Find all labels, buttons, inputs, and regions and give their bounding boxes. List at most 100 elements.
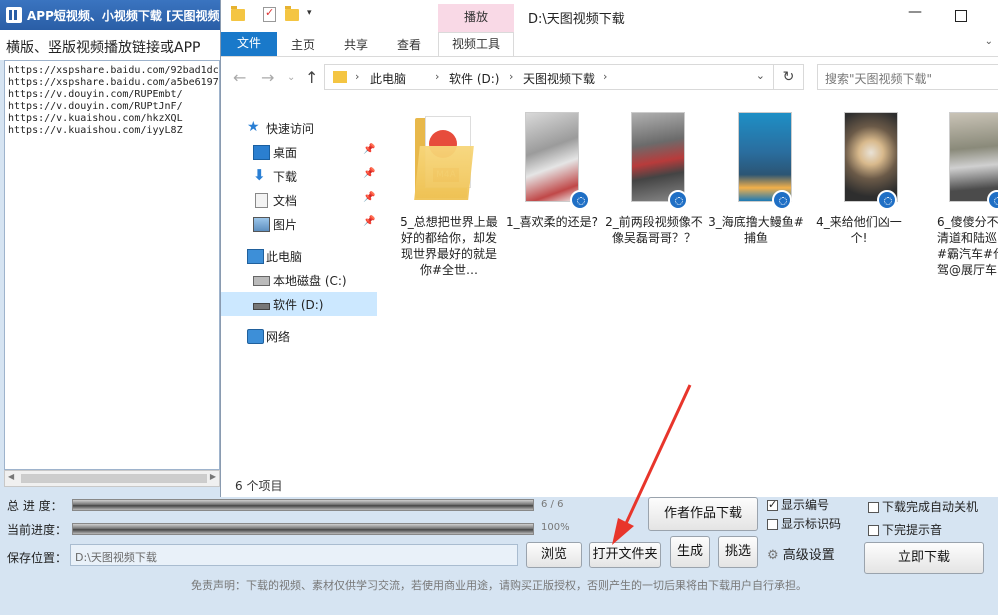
- author-works-button[interactable]: 作者作品下载: [648, 497, 758, 531]
- download-now-button[interactable]: 立即下载: [864, 542, 984, 574]
- drive-icon: [253, 303, 270, 310]
- refresh-icon[interactable]: ↻: [774, 64, 804, 90]
- scrollbar-thumb[interactable]: [21, 474, 207, 483]
- app-title: APP短视频、小视频下载 [天图视频: [27, 9, 220, 23]
- pick-button[interactable]: 挑选: [718, 536, 758, 568]
- nav-downloads[interactable]: ⬇ 下载 📌: [221, 164, 377, 188]
- nav-label: 网络: [266, 330, 291, 344]
- total-progress-text: 6 / 6: [541, 499, 564, 510]
- chevron-down-icon[interactable]: ⌄: [756, 69, 765, 82]
- new-folder-icon[interactable]: [285, 6, 299, 21]
- pin-icon[interactable]: 📌: [363, 216, 375, 227]
- checkbox-icon: [767, 498, 778, 511]
- drive-icon: [253, 276, 270, 286]
- video-badge-icon: [772, 190, 792, 210]
- item-count: 6 个项目: [235, 479, 283, 493]
- nav-network[interactable]: 网络: [221, 324, 377, 348]
- browse-button[interactable]: 浏览: [526, 542, 582, 568]
- recent-dropdown-icon[interactable]: ⌄: [287, 72, 295, 83]
- show-id-checkbox[interactable]: 显示标识码: [767, 515, 841, 532]
- forward-arrow-icon[interactable]: →: [261, 68, 274, 87]
- pin-icon[interactable]: 📌: [363, 144, 375, 155]
- done-sound-label: 下完提示音: [882, 523, 943, 537]
- nav-label: 此电脑: [266, 250, 303, 264]
- address-bar[interactable]: › 此电脑 › 软件 (D:) › 天图视频下载 › ⌄: [324, 64, 774, 90]
- link-line: https://xspshare.baidu.com/92bad1dc: [8, 65, 219, 76]
- search-input[interactable]: 搜索"天图视频下载": [817, 64, 998, 90]
- tab-share[interactable]: 共享: [344, 36, 368, 53]
- auto-shutdown-checkbox[interactable]: 下载完成自动关机: [868, 498, 978, 515]
- link-line: https://v.kuaishou.com/iyyL8Z: [8, 125, 183, 136]
- chevron-right-icon[interactable]: ›: [509, 70, 513, 83]
- folder-icon: [333, 71, 347, 83]
- generate-button[interactable]: 生成: [670, 536, 710, 568]
- nav-drive-d[interactable]: 软件 (D:): [221, 292, 377, 316]
- nav-label: 文档: [273, 194, 298, 208]
- pin-icon[interactable]: 📌: [363, 168, 375, 179]
- customize-toolbar-icon[interactable]: ▾: [307, 8, 312, 18]
- chevron-right-icon[interactable]: ›: [435, 70, 439, 83]
- video-thumbnail: [949, 112, 998, 202]
- checkbox-icon: [767, 519, 778, 530]
- up-arrow-icon[interactable]: ↑: [305, 68, 318, 87]
- maximize-icon[interactable]: [955, 10, 967, 22]
- star-icon: ★: [247, 119, 260, 135]
- disclaimer-text: 免责声明：下载的视频、素材仅供学习交流，若使用商业用途，请购买正版授权，否则产生…: [191, 579, 807, 592]
- nav-this-pc[interactable]: 此电脑: [221, 244, 377, 268]
- nav-desktop[interactable]: 桌面 📌: [221, 140, 377, 164]
- tab-view[interactable]: 查看: [397, 36, 421, 53]
- video-thumbnail: [738, 112, 792, 202]
- properties-icon[interactable]: [263, 6, 276, 22]
- nav-label: 桌面: [273, 146, 298, 160]
- chevron-down-icon[interactable]: ⌄: [985, 36, 993, 47]
- video-badge-icon: [987, 190, 998, 210]
- nav-label: 图片: [273, 218, 298, 232]
- scroll-right-icon[interactable]: ▶: [210, 472, 216, 481]
- link-textarea[interactable]: https://xspshare.baidu.com/92bad1dc https…: [4, 60, 220, 470]
- network-icon: [247, 329, 264, 344]
- desktop-icon: [253, 145, 270, 160]
- download-arrow-icon: ⬇: [253, 166, 266, 184]
- save-path-input[interactable]: D:\天图视频下载: [70, 544, 518, 566]
- nav-quick-access[interactable]: ★ 快速访问: [221, 116, 377, 140]
- show-number-checkbox[interactable]: 显示编号: [767, 496, 829, 513]
- breadcrumb-this-pc[interactable]: 此电脑: [370, 70, 406, 87]
- explorer-title: D:\天图视频下载: [528, 12, 625, 27]
- link-line: https://v.douyin.com/RUPtJnF/: [8, 101, 183, 112]
- video-badge-icon: [668, 190, 688, 210]
- link-line: https://v.douyin.com/RUPEmbt/: [8, 89, 183, 100]
- show-id-label: 显示标识码: [781, 517, 842, 531]
- advanced-settings[interactable]: ⚙ 高级设置: [767, 544, 835, 563]
- explorer-window: ▾ 播放 D:\天图视频下载 — 文件 主页 共享 查看 视频工具 ⌄ ← → …: [220, 0, 998, 497]
- nav-documents[interactable]: 文档 📌: [221, 188, 377, 212]
- folder-icon: [231, 6, 245, 21]
- breadcrumb-folder[interactable]: 天图视频下载: [523, 70, 595, 87]
- app-titlebar: APP短视频、小视频下载 [天图视频: [0, 0, 222, 30]
- nav-drive-c[interactable]: 本地磁盘 (C:): [221, 268, 377, 292]
- video-badge-icon: [570, 190, 590, 210]
- chevron-right-icon[interactable]: ›: [603, 70, 607, 83]
- breadcrumb-drive-d[interactable]: 软件 (D:): [449, 70, 499, 87]
- context-tab-header: 播放: [438, 4, 514, 32]
- minimize-icon[interactable]: —: [908, 4, 922, 20]
- done-sound-checkbox[interactable]: 下完提示音: [868, 521, 942, 538]
- chevron-right-icon[interactable]: ›: [355, 70, 359, 83]
- file-view: M4A 5_总想把世界上最好的都给你，却发现世界最好的就是你#全世… 1_喜欢柔…: [379, 98, 998, 468]
- open-folder-button[interactable]: 打开文件夹: [589, 542, 661, 568]
- file-name: 4_来给他们凶一个!: [816, 215, 902, 245]
- tab-video-tools[interactable]: 视频工具: [438, 32, 514, 56]
- tab-home[interactable]: 主页: [291, 36, 315, 53]
- scroll-left-icon[interactable]: ◀: [8, 472, 14, 481]
- horizontal-scrollbar[interactable]: ◀ ▶: [4, 470, 220, 487]
- navigation-pane: ★ 快速访问 桌面 📌 ⬇ 下载 📌 文档 📌 图片 📌 此电脑 本地磁盘 (C…: [221, 108, 377, 468]
- nav-pictures[interactable]: 图片 📌: [221, 212, 377, 236]
- nav-label: 下载: [273, 170, 298, 184]
- tab-file[interactable]: 文件: [221, 32, 277, 56]
- advanced-settings-label: 高级设置: [782, 548, 835, 563]
- pin-icon[interactable]: 📌: [363, 192, 375, 203]
- nav-label: 本地磁盘 (C:): [273, 274, 347, 288]
- checkbox-icon: [868, 525, 879, 536]
- video-thumbnail: [631, 112, 685, 202]
- explorer-titlebar: ▾ 播放 D:\天图视频下载 —: [221, 0, 998, 32]
- back-arrow-icon[interactable]: ←: [233, 68, 246, 87]
